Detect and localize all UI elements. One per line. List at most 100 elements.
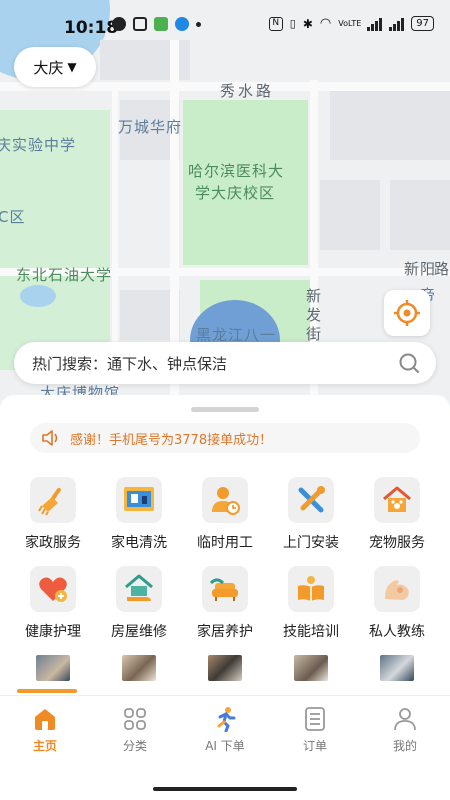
- book-training-icon: [298, 576, 324, 601]
- speaker-icon: [42, 430, 58, 446]
- caret-down-icon: ▼: [67, 60, 77, 74]
- map-block: [320, 180, 380, 250]
- service-item[interactable]: 家电清洗: [96, 477, 182, 552]
- profile-icon: [394, 708, 416, 731]
- service-tile: [30, 477, 76, 523]
- map-label-road-cut: 路: [434, 260, 450, 278]
- app-screen: 秀水路 万城华府 哈尔滨医科大 学大庆校区 庆实验中学 C区 东北石油大学 新阳…: [0, 0, 450, 800]
- service-grid: 家政服务 家电清洗 临时用工 上门安装 宠物服务 健康护理 房屋维修 家居养护 …: [10, 477, 440, 641]
- tab-category[interactable]: 分类: [90, 696, 180, 765]
- wifi-icon: ◠: [319, 16, 332, 31]
- notice-bar: 感谢！手机尾号为3778接单成功！: [30, 423, 420, 453]
- service-item[interactable]: 家居养护: [182, 566, 268, 641]
- notice-text: 感谢！手机尾号为3778接单成功！: [70, 432, 273, 448]
- battery-indicator: 97: [411, 16, 434, 31]
- service-name: 房屋维修: [111, 624, 167, 640]
- service-tile: [116, 477, 162, 523]
- system-icons: N ▯ ✱ ◠ VoLTE 97: [268, 16, 434, 31]
- tab-label: 主页: [32, 739, 57, 753]
- category-grid-icon: [124, 708, 146, 730]
- service-item[interactable]: 技能培训: [268, 566, 354, 641]
- crosshair-icon: [394, 300, 420, 326]
- map-label-university: 东北石油大学: [16, 266, 113, 284]
- map-label-hospital-1: 哈尔滨医科大: [188, 162, 285, 180]
- service-tile: [374, 566, 420, 612]
- search-icon[interactable]: [398, 352, 420, 374]
- tab-label: 我的: [392, 739, 417, 753]
- tools-icon: [298, 486, 325, 513]
- service-name: 宠物服务: [369, 535, 425, 551]
- missed-call-icon: [133, 17, 147, 31]
- map-label-road: 秀水路: [220, 82, 275, 100]
- more-dot-icon: [196, 21, 201, 27]
- chat-icon: [112, 17, 126, 31]
- appliance-cleaning-icon: [124, 487, 154, 511]
- pond: [20, 285, 56, 307]
- active-thumbnail-indicator: [17, 689, 77, 693]
- service-tile: [116, 566, 162, 612]
- status-time: 10:18: [64, 18, 119, 38]
- service-tile: [30, 566, 76, 612]
- pet-house-icon: [383, 486, 411, 512]
- city-label: 大庆: [33, 58, 64, 77]
- muscle-arm-icon: [385, 580, 409, 600]
- map-block: [390, 180, 450, 250]
- service-item[interactable]: 私人教练: [354, 566, 440, 641]
- map-label-school: 庆实验中学: [0, 136, 77, 154]
- tab-profile[interactable]: 我的: [360, 696, 450, 765]
- app-notify-icon: [154, 17, 168, 31]
- home-icon: [35, 709, 55, 730]
- tab-label: 订单: [302, 739, 327, 753]
- tab-label: 分类: [122, 739, 147, 753]
- map-label-poi: 万城华府: [118, 118, 183, 136]
- bluetooth-icon: ✱: [302, 16, 313, 31]
- service-item[interactable]: 家政服务: [10, 477, 96, 552]
- thumbnail-strip: [10, 655, 440, 681]
- service-name: 上门安装: [283, 535, 339, 551]
- bottom-tab-bar: 主页 分类 AI 下单 订单 我的: [0, 695, 450, 765]
- service-tile: [202, 477, 248, 523]
- notification-icons: [112, 17, 201, 31]
- house-repair-icon: [125, 574, 153, 601]
- search-hot-text: 热门搜索：通下水、钟点保洁: [32, 354, 228, 373]
- tab-orders[interactable]: 订单: [270, 696, 360, 765]
- bottom-sheet: 感谢！手机尾号为3778接单成功！ 家政服务 家电清洗 临时用工 上门安装 宠物…: [0, 395, 450, 800]
- service-item[interactable]: 健康护理: [10, 566, 96, 641]
- sheet-drag-handle[interactable]: [191, 407, 259, 412]
- service-item[interactable]: 上门安装: [268, 477, 354, 552]
- service-tile: [374, 477, 420, 523]
- heart-plus-icon: [39, 577, 67, 602]
- service-item[interactable]: 临时用工: [182, 477, 268, 552]
- service-name: 家电清洗: [111, 535, 167, 551]
- city-selector[interactable]: 大庆 ▼: [14, 47, 96, 87]
- nfc-icon: N: [268, 16, 283, 31]
- tab-label: AI 下单: [205, 739, 245, 753]
- service-item[interactable]: 宠物服务: [354, 477, 440, 552]
- map-label-hospital-2: 学大庆校区: [195, 184, 276, 202]
- map-label-street: 新发街: [306, 287, 322, 343]
- thumbnail-image[interactable]: [380, 655, 414, 681]
- locate-button[interactable]: [384, 290, 430, 336]
- thumbnail-image[interactable]: [36, 655, 70, 681]
- home-indicator: [153, 787, 297, 791]
- search-bar[interactable]: 热门搜索：通下水、钟点保洁: [14, 342, 436, 384]
- temp-worker-icon: [212, 487, 240, 515]
- service-tile: [288, 477, 334, 523]
- order-list-icon: [305, 707, 325, 731]
- service-name: 健康护理: [25, 624, 81, 640]
- thumbnail-image[interactable]: [122, 655, 156, 681]
- thumbnail-image[interactable]: [208, 655, 242, 681]
- service-name: 技能培训: [283, 624, 339, 640]
- broom-icon: [38, 487, 61, 516]
- signal-icon-2: [389, 17, 405, 31]
- tab-ai-order[interactable]: AI 下单: [180, 696, 270, 765]
- tab-home[interactable]: 主页: [0, 696, 90, 765]
- runner-icon: [217, 707, 236, 732]
- service-name: 私人教练: [369, 624, 425, 640]
- sofa-care-icon: [209, 578, 238, 601]
- service-item[interactable]: 房屋维修: [96, 566, 182, 641]
- browser-icon: [175, 17, 189, 31]
- thumbnail-image[interactable]: [294, 655, 328, 681]
- map-label-district: C区: [0, 208, 26, 226]
- vibrate-icon: ▯: [289, 17, 296, 30]
